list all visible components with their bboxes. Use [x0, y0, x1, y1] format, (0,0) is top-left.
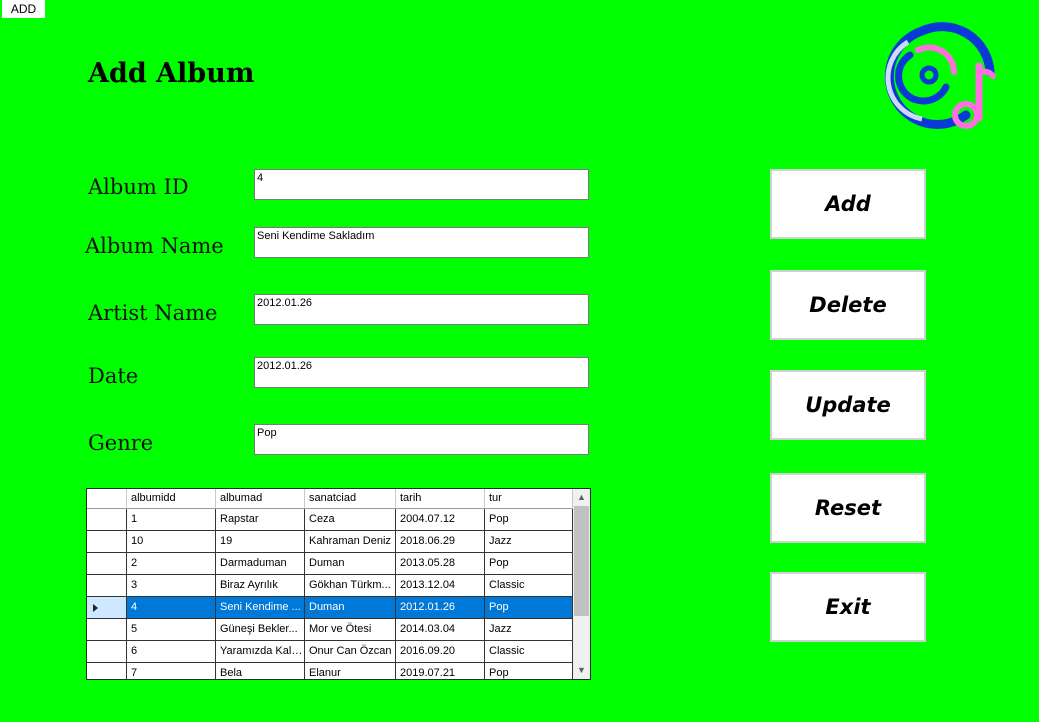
music-disc-logo-icon: [884, 22, 996, 129]
scrollbar-thumb[interactable]: [574, 506, 589, 616]
column-header-tur[interactable]: tur: [485, 489, 573, 509]
table-cell-tarih[interactable]: 2014.03.04: [396, 619, 485, 641]
artist-name-input[interactable]: 2012.01.26: [254, 294, 589, 325]
table-row[interactable]: 10 19 Kahraman Deniz 2018.06.29 Jazz: [87, 531, 573, 553]
table-cell-albumidd[interactable]: 10: [127, 531, 216, 553]
table-cell-albumad[interactable]: Darmaduman: [216, 553, 305, 575]
column-header-albumad[interactable]: albumad: [216, 489, 305, 509]
table-cell-tarih[interactable]: 2016.09.20: [396, 641, 485, 663]
row-header[interactable]: [87, 575, 127, 597]
table-cell-albumidd[interactable]: 4: [127, 597, 216, 619]
table-cell-tarih[interactable]: 2019.07.21: [396, 663, 485, 679]
table-cell-albumad[interactable]: Rapstar: [216, 509, 305, 531]
scroll-up-icon[interactable]: ▲: [573, 489, 590, 506]
row-header[interactable]: [87, 509, 127, 531]
table-cell-sanatciad[interactable]: Kahraman Deniz: [305, 531, 396, 553]
table-cell-tur[interactable]: Jazz: [485, 531, 573, 553]
current-row-arrow-icon: [93, 604, 98, 612]
add-button[interactable]: Add: [770, 169, 926, 239]
delete-button[interactable]: Delete: [770, 270, 926, 340]
update-button[interactable]: Update: [770, 370, 926, 440]
table-row[interactable]: 1 Rapstar Ceza 2004.07.12 Pop: [87, 509, 573, 531]
table-row[interactable]: 5 Güneşi Bekler... Mor ve Ötesi 2014.03.04 J…: [87, 619, 573, 641]
album-id-label: Album ID: [88, 175, 189, 199]
window-title: ADD: [2, 0, 45, 18]
table-cell-albumad[interactable]: Yaramızda Kalsın: [216, 641, 305, 663]
table-cell-tur[interactable]: Classic: [485, 641, 573, 663]
table-cell-tarih[interactable]: 2013.05.28: [396, 553, 485, 575]
table-cell-albumad[interactable]: Bela: [216, 663, 305, 679]
table-cell-albumidd[interactable]: 3: [127, 575, 216, 597]
row-header[interactable]: [87, 597, 127, 619]
grid-header-row: albumidd albumad sanatciad tarih tur: [87, 489, 573, 509]
table-cell-tarih[interactable]: 2013.12.04: [396, 575, 485, 597]
exit-button[interactable]: Exit: [770, 572, 926, 642]
page-title: Add Album: [88, 58, 255, 89]
table-cell-sanatciad[interactable]: Duman: [305, 553, 396, 575]
table-cell-albumidd[interactable]: 7: [127, 663, 216, 679]
table-cell-tur[interactable]: Pop: [485, 509, 573, 531]
table-row[interactable]: 7 Bela Elanur 2019.07.21 Pop: [87, 663, 573, 679]
album-name-input[interactable]: Seni Kendime Sakladım: [254, 227, 589, 258]
grid-header-corner: [87, 489, 127, 509]
artist-name-label: Artist Name: [88, 301, 218, 325]
table-cell-albumidd[interactable]: 1: [127, 509, 216, 531]
table-cell-sanatciad[interactable]: Duman: [305, 597, 396, 619]
table-row[interactable]: 4 Seni Kendime ... Duman 2012.01.26 Pop: [87, 597, 573, 619]
table-cell-tur[interactable]: Jazz: [485, 619, 573, 641]
row-header[interactable]: [87, 619, 127, 641]
row-header[interactable]: [87, 553, 127, 575]
table-cell-albumidd[interactable]: 5: [127, 619, 216, 641]
reset-button[interactable]: Reset: [770, 473, 926, 543]
table-cell-sanatciad[interactable]: Elanur: [305, 663, 396, 679]
column-header-albumidd[interactable]: albumidd: [127, 489, 216, 509]
table-cell-sanatciad[interactable]: Mor ve Ötesi: [305, 619, 396, 641]
scroll-down-icon[interactable]: ▼: [573, 662, 590, 679]
row-header[interactable]: [87, 641, 127, 663]
albums-data-grid[interactable]: albumidd albumad sanatciad tarih tur 1 Ra…: [86, 488, 591, 680]
table-cell-albumidd[interactable]: 6: [127, 641, 216, 663]
table-cell-albumad[interactable]: Biraz Ayrılık: [216, 575, 305, 597]
table-cell-tarih[interactable]: 2018.06.29: [396, 531, 485, 553]
table-row[interactable]: 3 Biraz Ayrılık Gökhan Türkm... 2013.12.04 C…: [87, 575, 573, 597]
date-label: Date: [88, 364, 139, 388]
date-input[interactable]: 2012.01.26: [254, 357, 589, 388]
table-cell-tur[interactable]: Pop: [485, 553, 573, 575]
table-row[interactable]: 2 Darmaduman Duman 2013.05.28 Pop: [87, 553, 573, 575]
grid-vertical-scrollbar[interactable]: ▲ ▼: [573, 489, 590, 679]
table-cell-sanatciad[interactable]: Ceza: [305, 509, 396, 531]
album-id-input[interactable]: 4: [254, 169, 589, 200]
genre-input[interactable]: Pop: [254, 424, 589, 455]
table-cell-albumad[interactable]: Seni Kendime ...: [216, 597, 305, 619]
row-header[interactable]: [87, 663, 127, 679]
table-cell-tarih[interactable]: 2004.07.12: [396, 509, 485, 531]
table-cell-tur[interactable]: Classic: [485, 575, 573, 597]
table-row[interactable]: 6 Yaramızda Kalsın Onur Can Özcan 2016.09.2…: [87, 641, 573, 663]
album-name-label: Album Name: [85, 234, 224, 258]
genre-label: Genre: [88, 431, 154, 455]
row-header[interactable]: [87, 531, 127, 553]
table-cell-tarih[interactable]: 2012.01.26: [396, 597, 485, 619]
table-cell-tur[interactable]: Pop: [485, 597, 573, 619]
table-cell-sanatciad[interactable]: Gökhan Türkm...: [305, 575, 396, 597]
column-header-sanatciad[interactable]: sanatciad: [305, 489, 396, 509]
table-cell-albumad[interactable]: Güneşi Bekler...: [216, 619, 305, 641]
table-cell-sanatciad[interactable]: Onur Can Özcan: [305, 641, 396, 663]
table-cell-albumidd[interactable]: 2: [127, 553, 216, 575]
table-cell-albumad[interactable]: 19: [216, 531, 305, 553]
column-header-tarih[interactable]: tarih: [396, 489, 485, 509]
table-cell-tur[interactable]: Pop: [485, 663, 573, 679]
